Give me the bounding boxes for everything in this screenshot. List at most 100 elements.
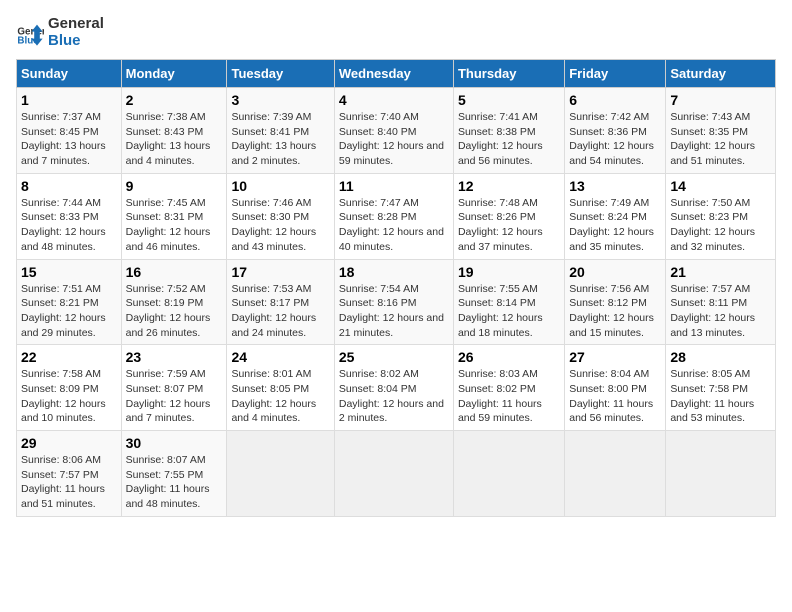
calendar-cell: 16 Sunrise: 7:52 AMSunset: 8:19 PMDayligh… [121, 259, 227, 345]
day-number: 14 [670, 178, 771, 194]
day-info: Sunrise: 7:44 AMSunset: 8:33 PMDaylight:… [21, 196, 117, 255]
day-info: Sunrise: 7:43 AMSunset: 8:35 PMDaylight:… [670, 110, 771, 169]
calendar-cell: 21 Sunrise: 7:57 AMSunset: 8:11 PMDayligh… [666, 259, 776, 345]
day-info: Sunrise: 8:07 AMSunset: 7:55 PMDaylight:… [126, 453, 223, 512]
calendar-cell [565, 431, 666, 517]
calendar-cell: 11Sunrise: 7:47 AMSunset: 8:28 PMDayligh… [334, 173, 453, 259]
day-info: Sunrise: 7:50 AMSunset: 8:23 PMDaylight:… [670, 196, 771, 255]
calendar-cell: 1Sunrise: 7:37 AMSunset: 8:45 PMDaylight… [17, 88, 122, 174]
day-info: Sunrise: 7:57 AMSunset: 8:11 PMDaylight:… [670, 282, 771, 341]
day-info: Sunrise: 7:46 AMSunset: 8:30 PMDaylight:… [231, 196, 329, 255]
day-number: 16 [126, 264, 223, 280]
day-number: 5 [458, 92, 560, 108]
day-number: 26 [458, 349, 560, 365]
calendar-cell: 6Sunrise: 7:42 AMSunset: 8:36 PMDaylight… [565, 88, 666, 174]
calendar-cell: 23 Sunrise: 7:59 AMSunset: 8:07 PMDayligh… [121, 345, 227, 431]
day-info: Sunrise: 8:03 AMSunset: 8:02 PMDaylight:… [458, 367, 560, 426]
calendar-cell: 7Sunrise: 7:43 AMSunset: 8:35 PMDaylight… [666, 88, 776, 174]
calendar-cell: 12 Sunrise: 7:48 AMSunset: 8:26 PMDayligh… [453, 173, 564, 259]
day-number: 21 [670, 264, 771, 280]
header: General Blue General Blue [16, 16, 776, 49]
day-info: Sunrise: 7:40 AMSunset: 8:40 PMDaylight:… [339, 110, 449, 169]
day-number: 15 [21, 264, 117, 280]
calendar-cell: 5 Sunrise: 7:41 AMSunset: 8:38 PMDaylight… [453, 88, 564, 174]
day-number: 18 [339, 264, 449, 280]
calendar-cell [666, 431, 776, 517]
calendar-table: SundayMondayTuesdayWednesdayThursdayFrid… [16, 59, 776, 517]
calendar-cell: 8 Sunrise: 7:44 AMSunset: 8:33 PMDaylight… [17, 173, 122, 259]
calendar-cell: 2 Sunrise: 7:38 AMSunset: 8:43 PMDaylight… [121, 88, 227, 174]
day-number: 29 [21, 435, 117, 451]
day-info: Sunrise: 7:59 AMSunset: 8:07 PMDaylight:… [126, 367, 223, 426]
week-row-2: 15 Sunrise: 7:51 AMSunset: 8:21 PMDayligh… [17, 259, 776, 345]
day-info: Sunrise: 7:37 AMSunset: 8:45 PMDaylight:… [21, 110, 117, 169]
day-info: Sunrise: 7:52 AMSunset: 8:19 PMDaylight:… [126, 282, 223, 341]
calendar-cell: 30Sunrise: 8:07 AMSunset: 7:55 PMDayligh… [121, 431, 227, 517]
day-info: Sunrise: 7:49 AMSunset: 8:24 PMDaylight:… [569, 196, 661, 255]
day-number: 4 [339, 92, 449, 108]
calendar-cell: 27 Sunrise: 8:04 AMSunset: 8:00 PMDayligh… [565, 345, 666, 431]
calendar-cell: 20 Sunrise: 7:56 AMSunset: 8:12 PMDayligh… [565, 259, 666, 345]
calendar-cell: 14 Sunrise: 7:50 AMSunset: 8:23 PMDayligh… [666, 173, 776, 259]
day-info: Sunrise: 8:05 AMSunset: 7:58 PMDaylight:… [670, 367, 771, 426]
day-number: 10 [231, 178, 329, 194]
day-info: Sunrise: 7:47 AMSunset: 8:28 PMDaylight:… [339, 196, 449, 255]
day-number: 25 [339, 349, 449, 365]
calendar-cell [227, 431, 334, 517]
header-sunday: Sunday [17, 60, 122, 88]
day-info: Sunrise: 7:41 AMSunset: 8:38 PMDaylight:… [458, 110, 560, 169]
day-info: Sunrise: 7:45 AMSunset: 8:31 PMDaylight:… [126, 196, 223, 255]
day-info: Sunrise: 7:58 AMSunset: 8:09 PMDaylight:… [21, 367, 117, 426]
day-info: Sunrise: 7:56 AMSunset: 8:12 PMDaylight:… [569, 282, 661, 341]
day-info: Sunrise: 7:38 AMSunset: 8:43 PMDaylight:… [126, 110, 223, 169]
header-monday: Monday [121, 60, 227, 88]
calendar-cell [334, 431, 453, 517]
calendar-cell: 22 Sunrise: 7:58 AMSunset: 8:09 PMDayligh… [17, 345, 122, 431]
day-number: 2 [126, 92, 223, 108]
header-thursday: Thursday [453, 60, 564, 88]
header-row: SundayMondayTuesdayWednesdayThursdayFrid… [17, 60, 776, 88]
day-number: 24 [231, 349, 329, 365]
logo-general: General [48, 16, 104, 33]
day-number: 8 [21, 178, 117, 194]
day-number: 12 [458, 178, 560, 194]
day-number: 9 [126, 178, 223, 194]
logo-blue: Blue [48, 33, 104, 50]
calendar-cell: 24 Sunrise: 8:01 AMSunset: 8:05 PMDayligh… [227, 345, 334, 431]
calendar-cell: 29 Sunrise: 8:06 AMSunset: 7:57 PMDayligh… [17, 431, 122, 517]
day-info: Sunrise: 8:06 AMSunset: 7:57 PMDaylight:… [21, 453, 117, 512]
day-info: Sunrise: 7:54 AMSunset: 8:16 PMDaylight:… [339, 282, 449, 341]
calendar-cell: 26 Sunrise: 8:03 AMSunset: 8:02 PMDayligh… [453, 345, 564, 431]
day-info: Sunrise: 8:02 AMSunset: 8:04 PMDaylight:… [339, 367, 449, 426]
day-number: 22 [21, 349, 117, 365]
header-friday: Friday [565, 60, 666, 88]
day-info: Sunrise: 8:01 AMSunset: 8:05 PMDaylight:… [231, 367, 329, 426]
day-number: 23 [126, 349, 223, 365]
day-number: 13 [569, 178, 661, 194]
header-saturday: Saturday [666, 60, 776, 88]
day-info: Sunrise: 7:55 AMSunset: 8:14 PMDaylight:… [458, 282, 560, 341]
day-number: 27 [569, 349, 661, 365]
week-row-4: 29 Sunrise: 8:06 AMSunset: 7:57 PMDayligh… [17, 431, 776, 517]
day-number: 3 [231, 92, 329, 108]
calendar-cell [453, 431, 564, 517]
calendar-cell: 17Sunrise: 7:53 AMSunset: 8:17 PMDayligh… [227, 259, 334, 345]
header-wednesday: Wednesday [334, 60, 453, 88]
header-tuesday: Tuesday [227, 60, 334, 88]
calendar-cell: 15 Sunrise: 7:51 AMSunset: 8:21 PMDayligh… [17, 259, 122, 345]
day-info: Sunrise: 8:04 AMSunset: 8:00 PMDaylight:… [569, 367, 661, 426]
day-info: Sunrise: 7:51 AMSunset: 8:21 PMDaylight:… [21, 282, 117, 341]
calendar-cell: 18 Sunrise: 7:54 AMSunset: 8:16 PMDayligh… [334, 259, 453, 345]
week-row-3: 22 Sunrise: 7:58 AMSunset: 8:09 PMDayligh… [17, 345, 776, 431]
day-number: 19 [458, 264, 560, 280]
logo-icon: General Blue [16, 19, 44, 47]
day-info: Sunrise: 7:53 AMSunset: 8:17 PMDaylight:… [231, 282, 329, 341]
day-info: Sunrise: 7:39 AMSunset: 8:41 PMDaylight:… [231, 110, 329, 169]
calendar-cell: 25 Sunrise: 8:02 AMSunset: 8:04 PMDayligh… [334, 345, 453, 431]
logo: General Blue General Blue [16, 16, 104, 49]
calendar-cell: 28Sunrise: 8:05 AMSunset: 7:58 PMDayligh… [666, 345, 776, 431]
calendar-cell: 10 Sunrise: 7:46 AMSunset: 8:30 PMDayligh… [227, 173, 334, 259]
day-info: Sunrise: 7:48 AMSunset: 8:26 PMDaylight:… [458, 196, 560, 255]
calendar-cell: 9 Sunrise: 7:45 AMSunset: 8:31 PMDaylight… [121, 173, 227, 259]
day-number: 20 [569, 264, 661, 280]
